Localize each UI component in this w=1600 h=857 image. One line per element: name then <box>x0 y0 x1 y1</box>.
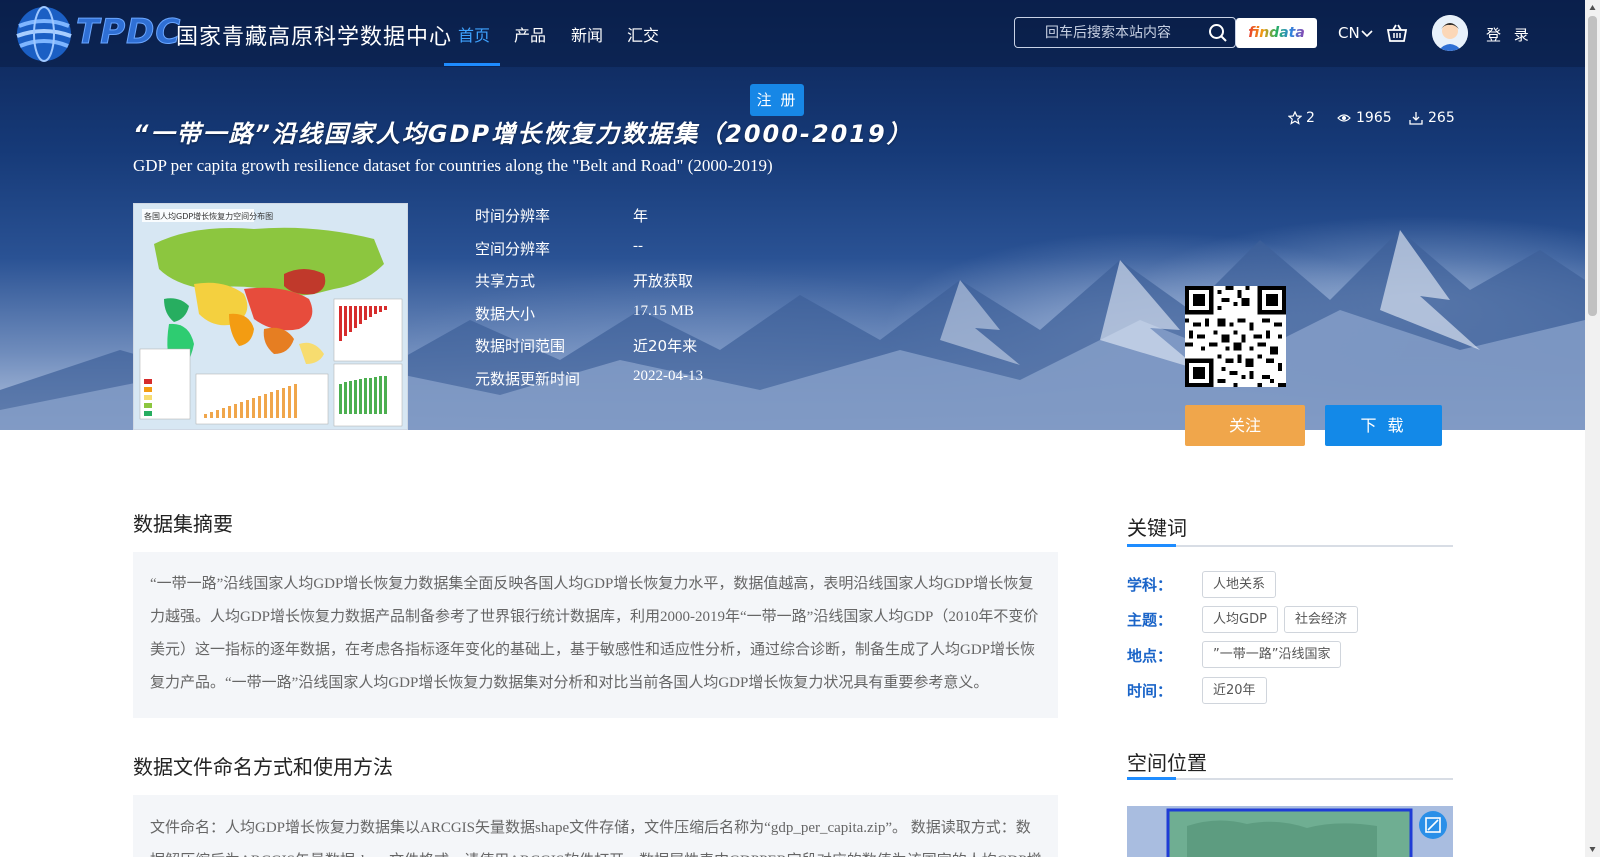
search-icon[interactable] <box>1208 23 1228 43</box>
info-label-time-range: 数据时间范围 <box>475 337 566 355</box>
keyword-label-time: 时间： <box>1127 682 1173 700</box>
keyword-tag[interactable]: ”一带一路”沿线国家 <box>1202 641 1342 668</box>
nav-item-news[interactable]: 新闻 <box>571 22 603 46</box>
avatar-icon <box>1432 15 1468 51</box>
info-value-time-resolution: 年 <box>633 207 649 225</box>
keyword-label-location: 地点： <box>1127 647 1173 665</box>
info-value-sharing: 开放获取 <box>633 272 694 290</box>
search-input[interactable] <box>1025 20 1195 45</box>
download-count-icon <box>1409 112 1423 125</box>
keywords-heading: 关键词 <box>1127 516 1187 540</box>
abstract-heading: 数据集摘要 <box>133 512 233 536</box>
user-avatar[interactable] <box>1432 15 1468 51</box>
thumbnail-map-image: 各国人均GDP增长恢复力空间分布图 <box>134 204 407 429</box>
keywords-divider-accent <box>1127 544 1176 547</box>
file-naming-heading: 数据文件命名方式和使用方法 <box>133 755 393 779</box>
follow-button[interactable]: 关注 <box>1185 405 1305 446</box>
findata-button[interactable]: findata <box>1236 18 1317 48</box>
findata-label: findata <box>1248 25 1305 41</box>
scroll-down-icon[interactable] <box>1589 846 1596 853</box>
nav-item-products[interactable]: 产品 <box>514 22 546 46</box>
register-button[interactable]: 注 册 <box>750 84 804 116</box>
globe-logo-icon[interactable] <box>14 4 74 64</box>
info-value-spatial-resolution: -- <box>633 238 643 254</box>
basket-icon[interactable] <box>1386 22 1408 44</box>
qr-code-icon <box>1185 286 1286 387</box>
dataset-title-cn: “一带一路”沿线国家人均GDP增长恢复力数据集（2000-2019） <box>133 120 913 148</box>
language-switch[interactable]: CN <box>1338 24 1360 42</box>
info-label-spatial-resolution: 空间分辨率 <box>475 240 551 258</box>
scroll-up-icon[interactable] <box>1589 4 1596 11</box>
chevron-down-icon[interactable] <box>1361 30 1373 38</box>
view-count: 1965 <box>1356 110 1392 126</box>
info-value-size: 17.15 MB <box>633 303 694 319</box>
info-value-time-range: 近20年来 <box>633 337 698 355</box>
download-count: 265 <box>1428 110 1455 126</box>
star-count: 2 <box>1306 110 1315 126</box>
logo-site-name[interactable]: 国家青藏高原科学数据中心 <box>176 19 452 51</box>
info-label-time-resolution: 时间分辨率 <box>475 207 551 225</box>
nav-active-underline <box>444 63 500 66</box>
info-value-metadata-updated: 2022-04-13 <box>633 368 703 384</box>
info-label-metadata-updated: 元数据更新时间 <box>475 370 581 388</box>
map-image <box>1127 806 1453 857</box>
keyword-tag[interactable]: 人地关系 <box>1202 571 1277 598</box>
nav-item-home[interactable]: 首页 <box>458 22 490 46</box>
logo-abbreviation[interactable]: TPDC <box>75 12 181 53</box>
abstract-text: “一带一路”沿线国家人均GDP增长恢复力数据集全面反映各国人均GDP增长恢复力水… <box>150 576 1039 691</box>
keyword-tag[interactable]: 近20年 <box>1202 677 1267 704</box>
keyword-label-theme: 主题： <box>1127 611 1173 629</box>
keyword-tag[interactable]: 社会经济 <box>1284 606 1359 633</box>
spatial-divider-accent <box>1127 777 1176 780</box>
nav-item-submission[interactable]: 汇交 <box>627 22 659 46</box>
eye-icon <box>1337 114 1351 122</box>
scrollbar-thumb[interactable] <box>1588 16 1597 316</box>
login-link[interactable]: 登 录 <box>1486 24 1533 45</box>
info-label-size: 数据大小 <box>475 305 536 323</box>
keyword-label-subject: 学科： <box>1127 576 1173 594</box>
dataset-title-en: GDP per capita growth resilience dataset… <box>133 156 773 175</box>
thumbnail-caption: 各国人均GDP增长恢复力空间分布图 <box>144 211 273 221</box>
dataset-thumbnail[interactable]: 各国人均GDP增长恢复力空间分布图 <box>133 203 408 430</box>
keyword-tag[interactable]: 人均GDP <box>1202 606 1278 633</box>
file-naming-text: 文件命名：人均GDP增长恢复力数据集以ARCGIS矢量数据shape文件存储，文… <box>150 820 1042 857</box>
spatial-map[interactable] <box>1127 806 1453 857</box>
info-label-sharing: 共享方式 <box>475 272 536 290</box>
download-button[interactable]: 下 载 <box>1325 405 1442 446</box>
star-icon[interactable] <box>1288 111 1302 125</box>
spatial-heading: 空间位置 <box>1127 751 1207 775</box>
